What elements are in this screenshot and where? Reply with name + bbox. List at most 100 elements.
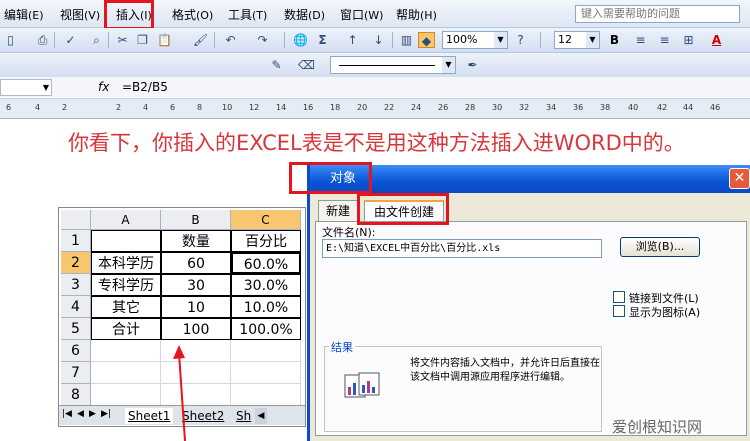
- merge-center-icon[interactable]: ⊞: [680, 32, 697, 48]
- menu-window[interactable]: 窗口(W): [340, 6, 383, 23]
- ruler-label: 16: [303, 103, 314, 112]
- column-header-c[interactable]: C: [231, 210, 301, 230]
- spellcheck-icon[interactable]: ✓: [62, 32, 79, 48]
- format-painter-icon[interactable]: 🖌: [192, 32, 209, 48]
- table-cell[interactable]: 10.0%: [231, 296, 301, 318]
- zoom-select[interactable]: 100% ▼: [442, 31, 508, 49]
- table-cell[interactable]: 合计: [91, 318, 161, 340]
- row-header[interactable]: 2: [61, 252, 91, 274]
- table-cell[interactable]: 30: [161, 274, 231, 296]
- fx-icon[interactable]: fx: [98, 80, 109, 94]
- tab-scroll-last-icon[interactable]: ▶|: [101, 409, 111, 419]
- sort-ascending-icon[interactable]: ↑: [344, 32, 361, 48]
- align-left-icon[interactable]: ≡: [632, 32, 649, 48]
- scroll-left-icon[interactable]: ◀: [255, 408, 267, 424]
- select-all-corner[interactable]: [61, 210, 91, 230]
- row-header[interactable]: 5: [61, 318, 91, 340]
- formula-input[interactable]: =B2/B5: [122, 80, 168, 94]
- row-header[interactable]: 6: [61, 340, 91, 362]
- font-size-select[interactable]: 12 ▼: [554, 31, 600, 49]
- close-button[interactable]: ✕: [729, 168, 750, 189]
- display-as-icon-checkbox[interactable]: [613, 305, 625, 317]
- menu-help[interactable]: 帮助(H): [396, 6, 437, 23]
- link-to-file-checkbox[interactable]: [613, 291, 625, 303]
- table-cell[interactable]: 60: [161, 252, 231, 274]
- ruler-label: 32: [519, 103, 530, 112]
- standard-toolbar: ▯ ⎙ ✓ ⌕ ✂ ❐ 📋 🖌 ↶ ↷ 🌐 Σ ↑ ↓ ▥ ◆ 100% ▼ ? …: [0, 28, 750, 53]
- help-icon[interactable]: ?: [512, 32, 529, 48]
- chart-wizard-icon[interactable]: ▥: [398, 32, 415, 48]
- ruler-label: 34: [546, 103, 557, 112]
- redo-icon[interactable]: ↷: [254, 32, 271, 48]
- table-cell[interactable]: [231, 362, 301, 384]
- table-cell[interactable]: [91, 340, 161, 362]
- toolbar-separator: [540, 32, 541, 48]
- font-color-icon[interactable]: A: [708, 32, 725, 48]
- tab-scroll-first-icon[interactable]: |◀: [62, 409, 72, 419]
- cut-icon[interactable]: ✂: [114, 32, 131, 48]
- edit-icon[interactable]: ✎: [268, 57, 285, 73]
- table-cell[interactable]: 百分比: [231, 230, 301, 252]
- active-cell[interactable]: 60.0%: [231, 252, 301, 274]
- sheet-tab-sheet3[interactable]: Sh: [233, 408, 254, 424]
- filename-input[interactable]: E:\知道\EXCEL中百分比\百分比.xls: [322, 239, 602, 258]
- align-center-icon[interactable]: ≡: [656, 32, 673, 48]
- table-cell[interactable]: 30.0%: [231, 274, 301, 296]
- line-style-select[interactable]: ▼: [330, 56, 456, 74]
- row-header[interactable]: 3: [61, 274, 91, 296]
- drawing-toolbar: ✎ ⌫ ▼ ✒: [0, 53, 750, 77]
- table-cell[interactable]: [91, 362, 161, 384]
- ruler-label: 18: [330, 103, 341, 112]
- menu-view-label: 视图: [60, 8, 85, 22]
- research-icon[interactable]: ⌕: [88, 32, 105, 48]
- new-icon[interactable]: ▯: [2, 32, 19, 48]
- table-cell[interactable]: [231, 340, 301, 362]
- hyperlink-icon[interactable]: 🌐: [292, 32, 309, 48]
- menu-edit[interactable]: 编辑(E): [4, 6, 44, 23]
- sort-descending-icon[interactable]: ↓: [370, 32, 387, 48]
- table-cell[interactable]: [91, 230, 161, 252]
- name-box[interactable]: ▼: [0, 79, 52, 96]
- row-header[interactable]: 4: [61, 296, 91, 318]
- table-cell[interactable]: 本科学历: [91, 252, 161, 274]
- eraser-icon[interactable]: ⌫: [298, 57, 315, 73]
- table-cell[interactable]: 100: [161, 318, 231, 340]
- pen-color-icon[interactable]: ✒: [464, 57, 481, 73]
- menu-help-mnemonic: (H): [420, 9, 437, 22]
- help-search-input[interactable]: 键入需要帮助的问题: [575, 5, 740, 23]
- drawing-icon[interactable]: ◆: [418, 32, 435, 48]
- chevron-down-icon: ▼: [442, 57, 455, 73]
- print-preview-icon[interactable]: ⎙: [34, 32, 51, 48]
- sheet-tab-sheet1[interactable]: Sheet1: [125, 408, 174, 424]
- undo-icon[interactable]: ↶: [222, 32, 239, 48]
- table-cell[interactable]: 100.0%: [231, 318, 301, 340]
- insert-menu-highlight: [104, 0, 154, 30]
- menu-format[interactable]: 格式(O): [172, 6, 213, 23]
- tab-new[interactable]: 新建: [318, 200, 358, 221]
- autosum-icon[interactable]: Σ: [314, 32, 331, 48]
- table-cell[interactable]: 其它: [91, 296, 161, 318]
- result-label: 结果: [329, 339, 355, 355]
- menu-view[interactable]: 视图(V): [60, 6, 100, 23]
- row-header[interactable]: 7: [61, 362, 91, 384]
- tab-scroll-next-icon[interactable]: ▶: [89, 409, 96, 419]
- menu-tools[interactable]: 工具(T): [228, 6, 267, 23]
- copy-icon[interactable]: ❐: [134, 32, 151, 48]
- row-header[interactable]: 8: [61, 384, 91, 406]
- bold-icon[interactable]: B: [606, 32, 623, 48]
- display-as-icon-label: 显示为图标(A): [629, 306, 701, 319]
- table-cell[interactable]: 10: [161, 296, 231, 318]
- menu-data[interactable]: 数据(D): [284, 6, 325, 23]
- browse-button[interactable]: 浏览(B)...: [620, 237, 700, 257]
- ruler-label: 4: [143, 103, 149, 112]
- table-cell[interactable]: [91, 384, 161, 406]
- ruler-label: 4: [35, 103, 41, 112]
- column-header-b[interactable]: B: [161, 210, 231, 230]
- table-cell[interactable]: 数量: [161, 230, 231, 252]
- table-cell[interactable]: [231, 384, 301, 406]
- table-cell[interactable]: 专科学历: [91, 274, 161, 296]
- tab-scroll-prev-icon[interactable]: ◀: [77, 409, 84, 419]
- row-header[interactable]: 1: [61, 230, 91, 252]
- paste-icon[interactable]: 📋: [156, 32, 173, 48]
- column-header-a[interactable]: A: [91, 210, 161, 230]
